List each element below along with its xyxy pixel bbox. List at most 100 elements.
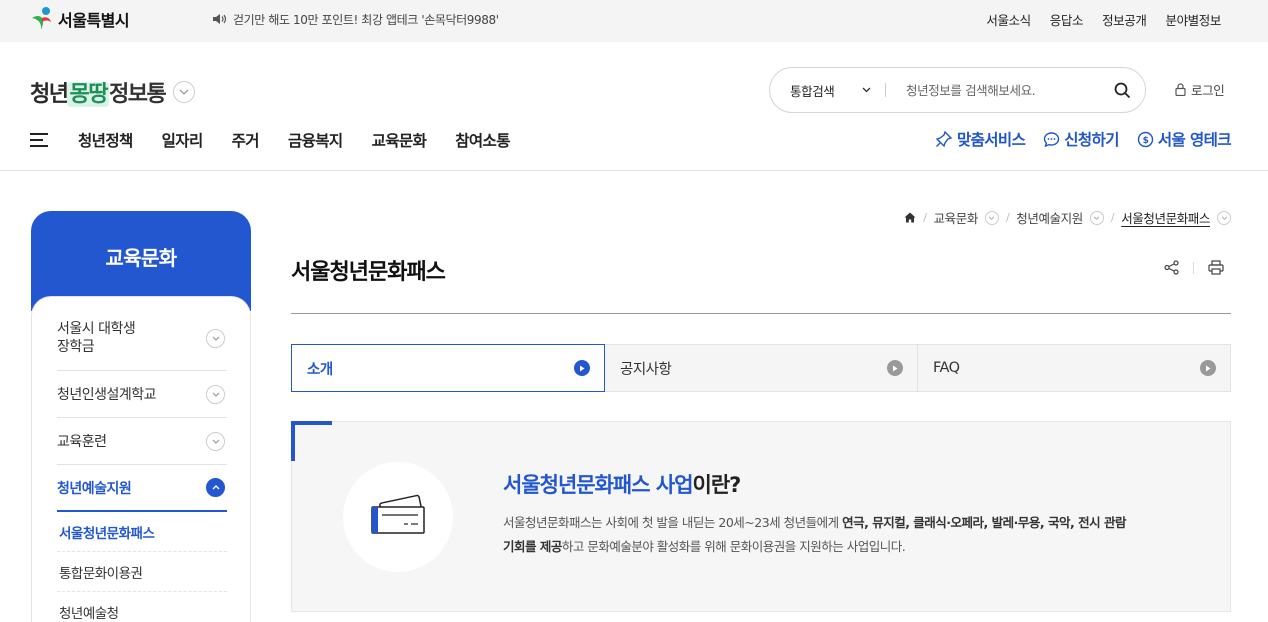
intro-title: 서울청년문화패스 사업이란? bbox=[503, 469, 742, 499]
notice-banner[interactable]: 걷기만 해도 10만 포인트! 최강 앱테크 '손목닥터9988' bbox=[212, 10, 499, 28]
search-button[interactable] bbox=[1099, 68, 1145, 112]
youngtech-label: 서울 영테크 bbox=[1157, 131, 1232, 149]
toplink-info-disclosure[interactable]: 정보공개 bbox=[1102, 10, 1147, 29]
intro-icon-circle bbox=[343, 462, 453, 572]
expand-button[interactable] bbox=[206, 431, 225, 451]
side-nav-body: 서울시 대학생 장학금 청년인생설계학교 교육훈련 청년예술지원 서울청년문화패스… bbox=[31, 296, 251, 622]
custom-service-link[interactable]: 맞춤서비스 bbox=[935, 128, 1026, 150]
nav-participation[interactable]: 참여소통 bbox=[455, 129, 510, 151]
custom-service-label: 맞춤서비스 bbox=[956, 131, 1026, 149]
side-nav-list: 서울시 대학생 장학금 청년인생설계학교 교육훈련 청년예술지원 서울청년문화패스… bbox=[57, 307, 227, 622]
page-title: 서울청년문화패스 bbox=[291, 260, 446, 285]
tab-label: 소개 bbox=[307, 361, 333, 378]
home-icon[interactable] bbox=[904, 212, 916, 223]
apply-link[interactable]: 신청하기 bbox=[1043, 128, 1119, 150]
site-switch-button[interactable] bbox=[173, 81, 196, 103]
chevron-down-icon[interactable] bbox=[1089, 210, 1104, 225]
search-box: 통합검색 bbox=[769, 67, 1146, 113]
toplink-field-info[interactable]: 분야별정보 bbox=[1165, 10, 1221, 29]
brand-part-2: 몽땅 bbox=[67, 82, 109, 107]
side-item-label-line1: 서울시 대학생 bbox=[57, 321, 136, 337]
play-arrow-icon bbox=[887, 360, 903, 376]
intro-title-rest: 이란? bbox=[692, 473, 742, 497]
chevron-down-icon[interactable] bbox=[984, 210, 999, 225]
main-navigation: 청년정책 일자리 주거 금융복지 교육문화 참여소통 bbox=[30, 126, 539, 154]
side-item-life-design-school[interactable]: 청년인생설계학교 bbox=[57, 371, 227, 418]
tab-intro[interactable]: 소개 bbox=[291, 344, 605, 392]
expand-button[interactable] bbox=[206, 384, 225, 404]
toplink-news[interactable]: 서울소식 bbox=[986, 10, 1031, 29]
side-item-training[interactable]: 교육훈련 bbox=[57, 418, 227, 465]
side-item-label-line2: 장학금 bbox=[57, 338, 95, 355]
breadcrumb-item[interactable]: 교육문화 bbox=[934, 208, 979, 227]
menu-icon[interactable] bbox=[30, 132, 50, 148]
tab-label: FAQ bbox=[933, 360, 960, 376]
brand-part-3: 정보통 bbox=[108, 82, 167, 107]
search-input[interactable] bbox=[886, 82, 1099, 98]
breadcrumb-separator: / bbox=[923, 211, 927, 224]
top-utility-bar: 서울특별시 걷기만 해도 10만 포인트! 최강 앱테크 '손목닥터9988' … bbox=[0, 0, 1268, 42]
header-divider bbox=[0, 170, 1268, 171]
brand-logo: 청년몽땅정보통 bbox=[30, 76, 167, 108]
search-scope-label: 통합검색 bbox=[790, 83, 835, 99]
share-icon[interactable] bbox=[1164, 260, 1179, 275]
apply-label: 신청하기 bbox=[1064, 131, 1119, 149]
site-brand[interactable]: 청년몽땅정보통 bbox=[30, 76, 196, 108]
side-subitem-culture-pass[interactable]: 서울청년문화패스 bbox=[57, 512, 227, 552]
breadcrumb-separator: / bbox=[1110, 211, 1115, 224]
tab-notice[interactable]: 공지사항 bbox=[605, 344, 918, 392]
side-item-art-support[interactable]: 청년예술지원 bbox=[57, 465, 227, 512]
tab-faq[interactable]: FAQ bbox=[918, 344, 1231, 392]
chevron-down-icon bbox=[179, 89, 189, 95]
brand-part-1: 청년 bbox=[30, 82, 69, 107]
side-navigation: 교육문화 서울시 대학생 장학금 청년인생설계학교 교육훈련 청년예술지원 서울청… bbox=[31, 211, 251, 622]
intro-corner-accent bbox=[291, 421, 332, 461]
breadcrumb-separator: / bbox=[1005, 211, 1010, 224]
play-arrow-icon bbox=[1200, 360, 1216, 376]
nav-youth-policy[interactable]: 청년정책 bbox=[78, 129, 133, 151]
side-subitem-integrated-voucher[interactable]: 통합문화이용권 bbox=[57, 552, 227, 592]
coin-icon: $ bbox=[1137, 131, 1154, 147]
login-link[interactable]: 로그인 bbox=[1175, 80, 1225, 99]
chevron-down-icon[interactable] bbox=[1217, 210, 1231, 225]
intro-desc-bold: 연극, 뮤지컬, 클래식·오페라, 발레·무용, 국악, 전시 관람 bbox=[842, 515, 1126, 530]
side-item-label: 서울시 대학생 장학금 bbox=[57, 321, 136, 356]
expand-button[interactable] bbox=[206, 329, 225, 348]
search-scope-select[interactable]: 통합검색 bbox=[770, 81, 885, 100]
top-links: 서울소식 응답소 정보공개 분야별정보 bbox=[986, 10, 1221, 29]
page-tools bbox=[1164, 260, 1224, 275]
toplink-eungdapso[interactable]: 응답소 bbox=[1050, 10, 1084, 29]
collapse-button[interactable] bbox=[206, 478, 225, 497]
nav-jobs[interactable]: 일자리 bbox=[162, 129, 204, 151]
nav-finance-welfare[interactable]: 금융복지 bbox=[288, 129, 343, 151]
breadcrumb-item[interactable]: 청년예술지원 bbox=[1016, 208, 1083, 227]
ticket-icon bbox=[371, 494, 425, 534]
seoul-logo[interactable]: 서울특별시 bbox=[30, 5, 130, 33]
search-icon bbox=[1114, 82, 1130, 98]
chat-bubble-icon bbox=[1044, 131, 1060, 147]
side-item-label: 교육훈련 bbox=[57, 434, 107, 450]
seoul-emblem-icon bbox=[32, 7, 51, 30]
seoul-logo-text: 서울특별시 bbox=[58, 11, 130, 30]
svg-text:$: $ bbox=[1143, 136, 1149, 146]
breadcrumb-current[interactable]: 서울청년문화패스 bbox=[1121, 208, 1210, 227]
chevron-down-icon bbox=[212, 439, 219, 444]
intro-title-highlight: 서울청년문화패스 사업 bbox=[503, 473, 694, 497]
nav-housing[interactable]: 주거 bbox=[232, 129, 260, 151]
nav-education-culture[interactable]: 교육문화 bbox=[372, 129, 427, 151]
pin-icon bbox=[935, 130, 953, 148]
play-arrow-icon bbox=[574, 360, 590, 376]
tools-divider bbox=[1193, 261, 1194, 274]
tab-label: 공지사항 bbox=[620, 361, 672, 378]
chevron-down-icon bbox=[212, 392, 219, 397]
chevron-down-icon bbox=[862, 87, 871, 93]
side-item-scholarship[interactable]: 서울시 대학생 장학금 bbox=[57, 307, 227, 371]
breadcrumb: / 교육문화 / 청년예술지원 / 서울청년문화패스 bbox=[904, 208, 1231, 227]
quick-links: 맞춤서비스 신청하기 $ 서울 영테크 bbox=[935, 128, 1232, 150]
login-label: 로그인 bbox=[1191, 83, 1225, 98]
youngtech-link[interactable]: $ 서울 영테크 bbox=[1137, 128, 1232, 150]
side-subitem-art-hall[interactable]: 청년예술청 bbox=[57, 592, 227, 622]
print-icon[interactable] bbox=[1208, 260, 1224, 275]
intro-desc-part: 서울청년문화패스는 사회에 첫 발을 내딛는 20세~23세 청년들에게 bbox=[503, 515, 843, 530]
intro-desc-bold: 기회를 제공 bbox=[503, 539, 562, 554]
